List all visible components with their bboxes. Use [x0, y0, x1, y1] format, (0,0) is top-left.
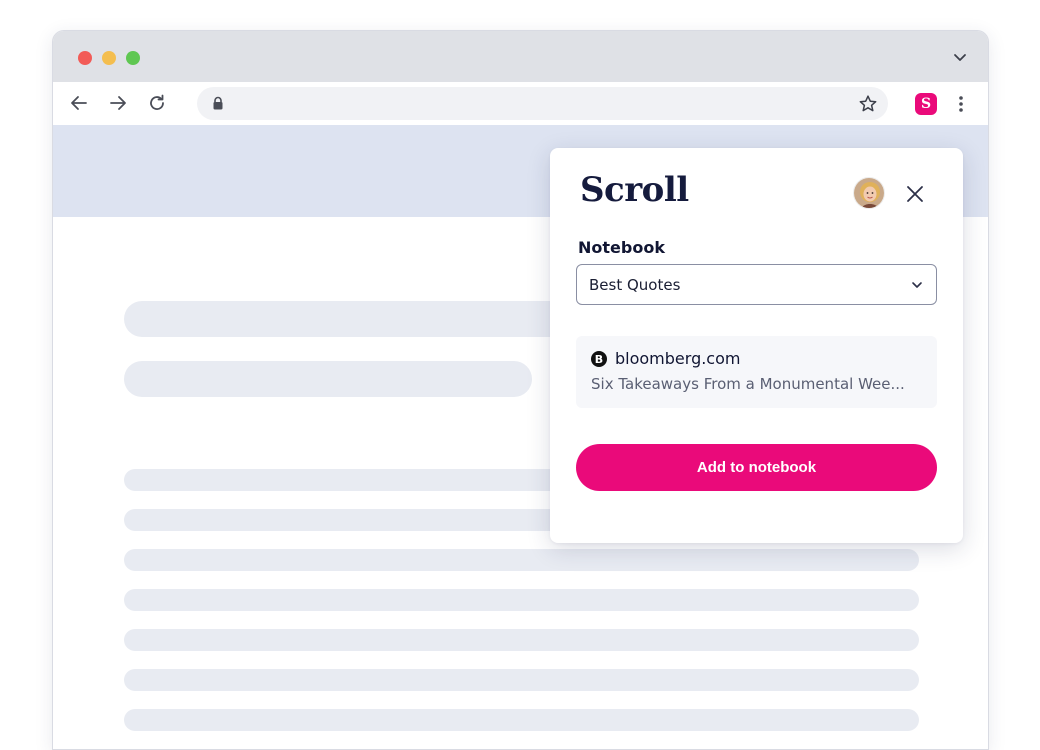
reload-button[interactable] [146, 92, 168, 114]
notebook-label: Notebook [578, 238, 665, 257]
notebook-select[interactable]: Best Quotes [576, 264, 937, 305]
scroll-logo: Scroll [580, 170, 689, 210]
browser-toolbar: S [53, 82, 988, 125]
kebab-menu-icon[interactable] [952, 94, 970, 114]
close-icon[interactable] [904, 183, 926, 205]
article-title: Six Takeaways From a Monumental Wee... [591, 375, 905, 393]
forward-button[interactable] [107, 92, 129, 114]
skeleton-subheading [124, 361, 532, 397]
add-to-notebook-button[interactable]: Add to notebook [576, 444, 937, 491]
address-bar[interactable] [197, 87, 888, 120]
title-bar [53, 31, 988, 82]
window-minimize-button[interactable] [102, 51, 116, 65]
chevron-down-icon[interactable] [952, 49, 968, 65]
window-maximize-button[interactable] [126, 51, 140, 65]
source-domain: bloomberg.com [615, 349, 741, 368]
skeleton-text-line [124, 589, 919, 611]
back-button[interactable] [68, 92, 90, 114]
reload-icon [150, 94, 164, 110]
scroll-extension-popup: Scroll Notebook Best Quotes B bloomberg.… [550, 148, 963, 543]
bloomberg-logo-icon: B [591, 351, 607, 367]
user-photo [854, 178, 884, 208]
source-article-card: B bloomberg.com Six Takeaways From a Mon… [576, 336, 937, 408]
scroll-extension-icon[interactable]: S [915, 93, 937, 115]
skeleton-text-line [124, 669, 919, 691]
notebook-select-value: Best Quotes [589, 276, 681, 294]
skeleton-text-line [124, 549, 919, 571]
skeleton-text-line [124, 709, 919, 731]
lock-icon [213, 96, 223, 110]
window-close-button[interactable] [78, 51, 92, 65]
back-arrow-icon [71, 96, 87, 110]
star-icon[interactable] [858, 94, 878, 114]
avatar[interactable] [853, 177, 885, 209]
skeleton-text-line [124, 629, 919, 651]
chevron-down-icon [912, 282, 922, 288]
forward-arrow-icon [110, 96, 126, 110]
